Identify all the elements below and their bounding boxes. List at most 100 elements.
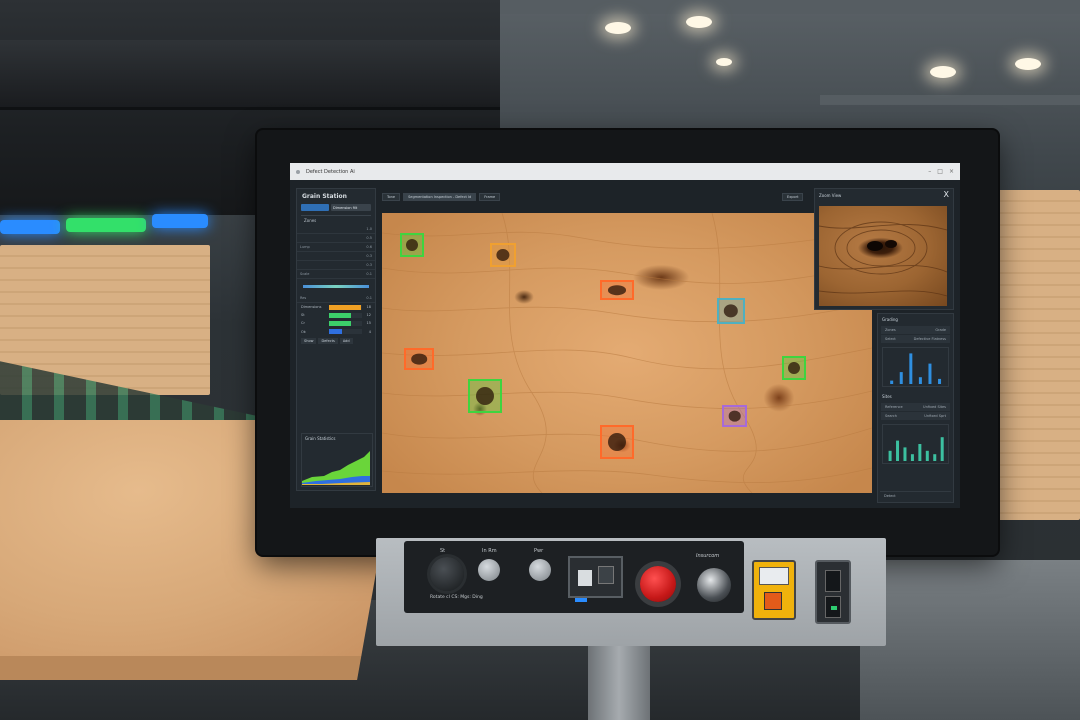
zone-row-label: Lump	[300, 245, 310, 249]
control-label: Pwr	[534, 548, 544, 554]
indicator-led-blue	[575, 598, 587, 602]
grading-row[interactable]: Reference Unfixed Sites	[881, 403, 950, 411]
panel-title: Grain Station	[302, 193, 347, 200]
grading-row[interactable]: Search Unfixed Sprt	[881, 412, 950, 420]
brand-label: Insurcom	[696, 553, 720, 559]
window-dot-icon	[296, 169, 300, 174]
defect-marker	[788, 362, 800, 374]
dimension-filter-select[interactable]: Dimension filt	[331, 204, 371, 211]
panel-tab[interactable]: Defects	[318, 337, 338, 344]
zoom-title: Zoom View	[819, 192, 842, 198]
sites-bar	[888, 450, 892, 461]
selector-switch[interactable]	[568, 556, 623, 598]
grade-bars-svg	[890, 353, 942, 384]
minimize-icon[interactable]: –	[928, 168, 931, 175]
defect-marker	[496, 249, 510, 261]
control-label: St	[440, 548, 446, 554]
detection-box-resin[interactable]	[490, 243, 516, 267]
detection-box-crack[interactable]	[600, 425, 634, 459]
defect-marker	[406, 239, 418, 251]
defect-marker	[608, 433, 626, 451]
push-button-grey[interactable]	[529, 559, 551, 581]
defect-count: 18	[366, 305, 371, 310]
detection-box-crack[interactable]	[600, 280, 634, 300]
defect-marker	[411, 353, 427, 365]
defect-bar-fill	[329, 304, 361, 310]
detection-box-patch[interactable]	[722, 405, 747, 427]
zone-row-value: 1.0	[366, 227, 372, 231]
panel-tab[interactable]: Add	[339, 337, 353, 344]
ceiling-light	[686, 16, 712, 28]
zoom-header: Zoom View X	[815, 189, 953, 201]
image-tab[interactable]: Tone	[382, 193, 401, 201]
detection-box-hole[interactable]	[468, 379, 502, 413]
defect-bar-fill	[329, 320, 351, 326]
defect-marker	[608, 285, 626, 295]
zone-row: 1.0	[297, 225, 375, 234]
defect-marker	[728, 410, 741, 422]
sites-bar-chart	[882, 424, 949, 464]
selector-lever[interactable]	[578, 570, 592, 586]
grade-bar-chart	[882, 347, 949, 387]
power-switch[interactable]	[815, 560, 851, 624]
grading-row[interactable]: Zones Grade	[881, 326, 950, 334]
maximize-icon[interactable]: □	[937, 168, 943, 175]
detection-box-knot[interactable]	[400, 233, 424, 257]
defect-name: Ok	[301, 329, 306, 334]
image-tab[interactable]: Frame	[479, 193, 501, 201]
defect-count: 12	[366, 313, 371, 318]
zone-rows: 1.0 0.5 Lump 0.6 0.3 0.3 Scale 0.1	[297, 225, 375, 279]
window-title: Defect Detection Ai	[306, 168, 355, 175]
sites-bars-svg	[888, 437, 944, 461]
calibration-gradient-bar	[303, 285, 369, 288]
defect-row: St 12	[297, 311, 375, 319]
zone-row-label: Scale	[300, 272, 310, 276]
ceiling-light	[930, 66, 956, 78]
factory-scene: Defect Detection Ai – □ × Grain Station …	[0, 0, 1080, 720]
push-button-grey[interactable]	[478, 559, 500, 581]
stats-header: Res 0.1	[297, 294, 375, 303]
close-icon[interactable]: X	[944, 191, 949, 199]
meter-button-orange[interactable]	[764, 592, 782, 610]
trend-title: Grain Statistics	[305, 436, 336, 441]
ceiling-beam	[460, 0, 1080, 14]
defect-bar-fill	[329, 329, 343, 335]
defect-bars: Dimensions 18 St 12 Cr 15 Ok 4	[297, 303, 375, 336]
zones-section-title: Zones	[301, 215, 371, 225]
mezzanine-rail	[820, 95, 1080, 105]
panel-meter	[752, 560, 796, 620]
defect-name: St	[301, 313, 305, 318]
detect-footer: Detect	[880, 491, 951, 500]
zone-row-value: 0.5	[366, 236, 372, 240]
grading-row[interactable]: Select Defective Flatness	[881, 335, 950, 343]
reset-button[interactable]	[697, 568, 731, 602]
window-controls: – □ ×	[928, 168, 954, 175]
grading-row-value: Defective Flatness	[913, 337, 946, 341]
panel-caption: Rotate cl CS: Mgs: Ding	[430, 595, 483, 600]
grading-row-value: Grade	[935, 328, 946, 332]
grading-row-label: Reference	[885, 405, 903, 409]
export-button[interactable]: Export	[782, 193, 804, 201]
detection-box-knot[interactable]	[782, 356, 806, 380]
meter-face	[759, 567, 789, 585]
selector-key[interactable]	[598, 566, 614, 584]
left-control-panel: Grain Station Dimension filt Zones 1.0 0.…	[296, 188, 376, 491]
switch-rocker-top[interactable]	[825, 570, 841, 592]
sites-bar	[903, 447, 907, 461]
detection-box-knot[interactable]	[404, 348, 434, 370]
wood-inspection-image[interactable]	[382, 213, 872, 493]
image-tab[interactable]: Segmentation Inspection - Defect Id	[403, 193, 477, 201]
hmi-screen: Defect Detection Ai – □ × Grain Station …	[290, 163, 960, 508]
monitor-stand	[588, 640, 650, 720]
defect-count: 15	[366, 321, 371, 326]
mode-button[interactable]	[301, 204, 329, 211]
close-window-icon[interactable]: ×	[949, 168, 954, 175]
rotary-knob[interactable]	[430, 557, 464, 591]
detection-box-stain[interactable]	[717, 298, 745, 324]
zone-row: 0.3	[297, 261, 375, 270]
emergency-stop-button[interactable]	[640, 566, 676, 602]
panel-tab[interactable]: Show	[301, 337, 317, 344]
grade-bar	[938, 378, 942, 384]
image-tab-bar: Tone Segmentation Inspection - Defect Id F…	[382, 192, 807, 202]
grading-row-label: Search	[885, 414, 898, 418]
